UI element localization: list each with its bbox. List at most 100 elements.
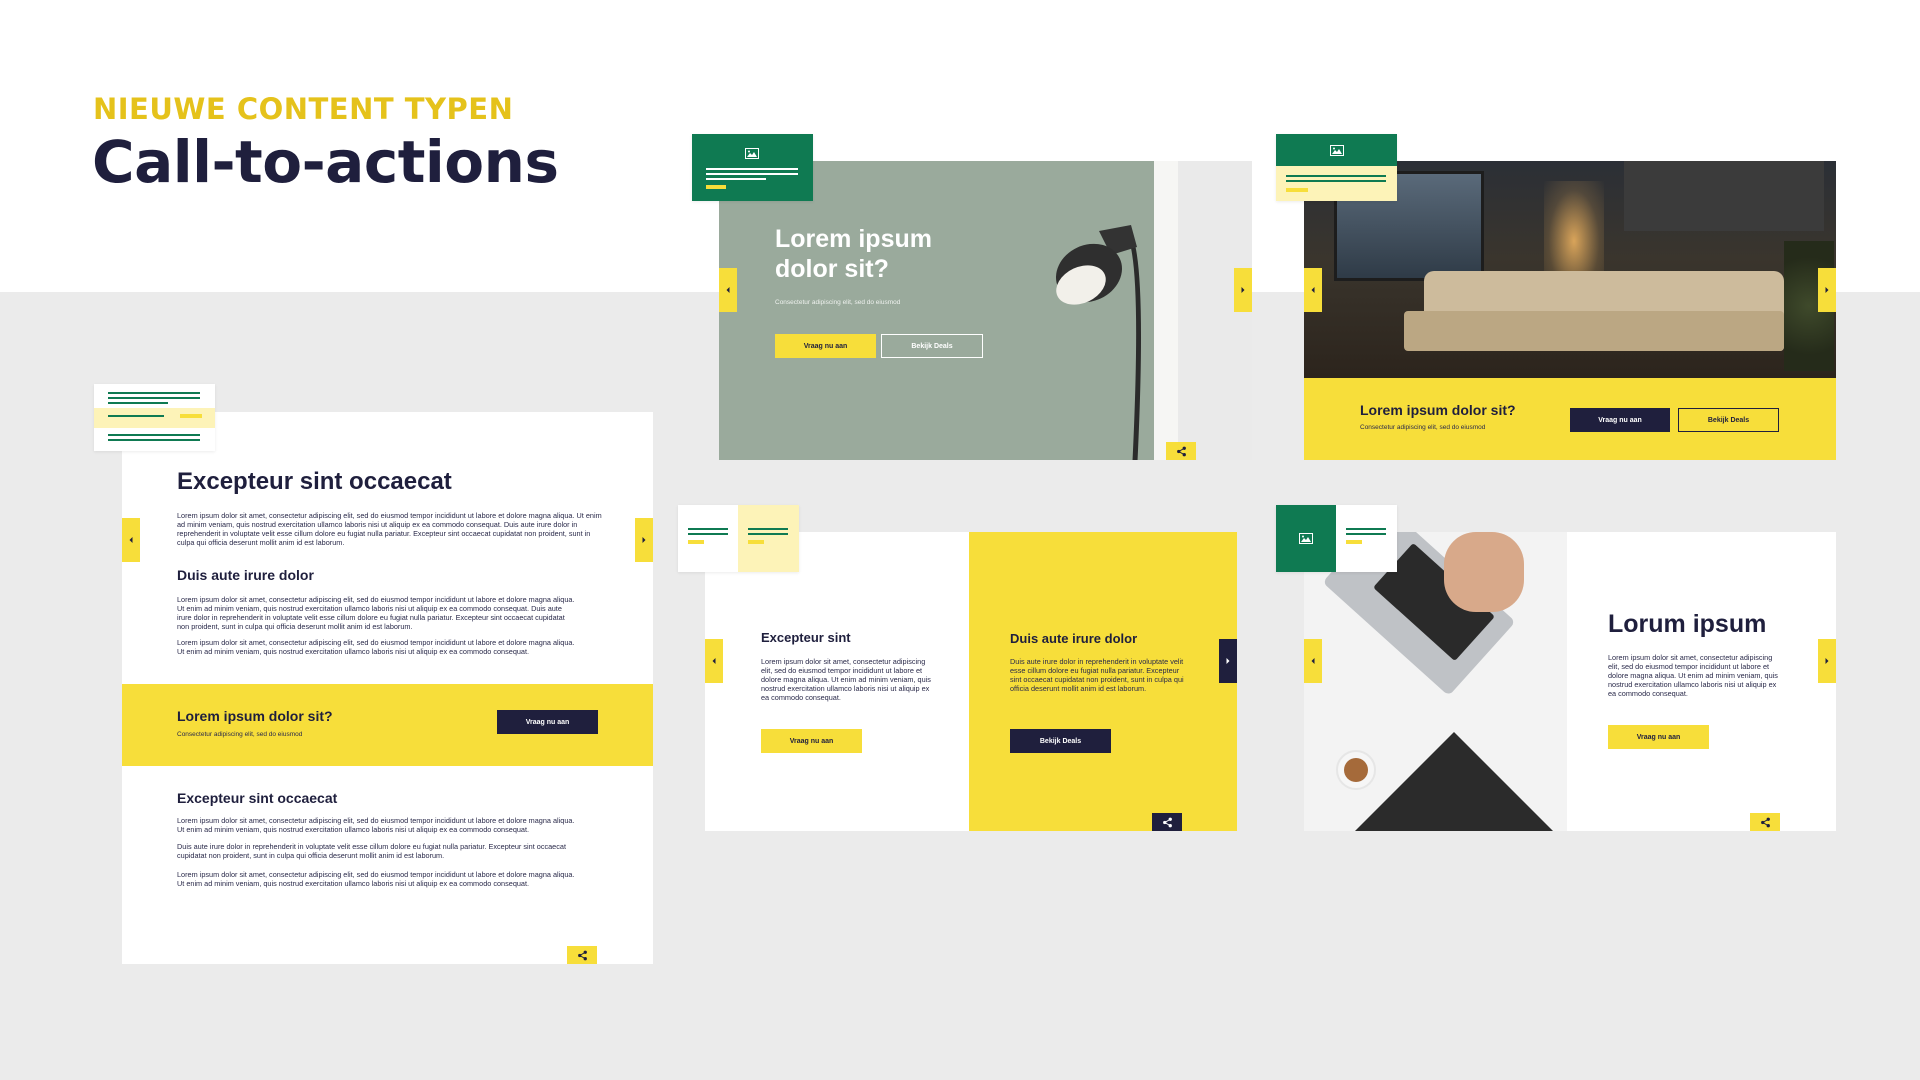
slider-prev-arrow[interactable] [719, 268, 737, 312]
card-split: Excepteur sint Lorem ipsum dolor sit ame… [705, 532, 1237, 831]
floor-lamp-illustration [1055, 225, 1142, 460]
slider-prev-arrow[interactable] [1304, 268, 1322, 312]
thumb-button [706, 185, 726, 189]
thumb-line [748, 533, 788, 535]
card-lamp-hero: Lorem ipsum dolor sit? Consectetur adipi… [719, 161, 1252, 460]
layout-thumbnail [1276, 505, 1397, 572]
card-sofa: Lorem ipsum dolor sit? Consectetur adipi… [1304, 161, 1836, 460]
chevron-right-icon [1825, 658, 1829, 664]
article-paragraph: Duis aute irure dolor in reprehenderit i… [177, 842, 566, 860]
hero-heading-line2: dolor sit? [775, 255, 889, 283]
cta-heading: Lorem ipsum dolor sit? [1360, 402, 1516, 418]
article-paragraph: Lorem ipsum dolor sit amet, consectetur … [177, 511, 602, 547]
cta-heading: Lorem ipsum dolor sit? [177, 708, 333, 724]
vraag-nu-aan-button[interactable]: Vraag nu aan [1570, 408, 1670, 432]
chevron-right-icon [1825, 287, 1829, 293]
thumb-line [706, 178, 766, 180]
section-eyebrow: NIEUWE CONTENT TYPEN [93, 92, 514, 126]
vraag-nu-aan-button[interactable]: Vraag nu aan [761, 729, 862, 753]
thumb-line [1286, 175, 1386, 177]
wall-art [1624, 161, 1824, 231]
chevron-left-icon [129, 537, 133, 543]
bekijk-deals-button[interactable]: Bekijk Deals [1010, 729, 1111, 753]
thumb-line [748, 528, 788, 530]
article-paragraph: Lorem ipsum dolor sit amet, consectetur … [177, 595, 575, 631]
right-heading: Duis aute irure dolor [1010, 631, 1138, 646]
right-text: Duis aute irure dolor in reprehenderit i… [1010, 657, 1184, 693]
image-icon [1330, 145, 1344, 156]
chevron-right-icon [1226, 658, 1230, 664]
thumb-line [108, 397, 200, 399]
hand [1444, 532, 1524, 612]
slider-prev-arrow[interactable] [122, 518, 140, 562]
thumb-button [688, 540, 704, 544]
thumb-line [108, 392, 200, 394]
vraag-nu-aan-button[interactable]: Vraag nu aan [775, 334, 876, 358]
card-laptop: Lorum ipsum Lorem ipsum dolor sit amet, … [1304, 532, 1836, 831]
hero-subtitle: Consectetur adipiscing elit, sed do eius… [775, 299, 901, 306]
thumb-line [108, 415, 164, 417]
thumb-line [688, 528, 728, 530]
hero-heading-line1: Lorem ipsum [775, 225, 932, 253]
coffee-cup [1336, 750, 1376, 790]
thumb-line [1346, 528, 1386, 530]
share-button[interactable] [1750, 813, 1780, 831]
thumb-line [1286, 180, 1386, 182]
slider-prev-arrow[interactable] [705, 639, 723, 683]
thumb-line [108, 434, 200, 436]
thumb-line [688, 533, 728, 535]
article-heading: Excepteur sint occaecat [177, 468, 452, 495]
bekijk-deals-button[interactable]: Bekijk Deals [1678, 408, 1779, 432]
thumb-button [1286, 188, 1308, 192]
bekijk-deals-button[interactable]: Bekijk Deals [881, 334, 983, 358]
thumb-button [180, 414, 202, 418]
chevron-left-icon [1311, 287, 1315, 293]
article-paragraph: Lorem ipsum dolor sit amet, consectetur … [177, 816, 575, 834]
left-text: Lorem ipsum dolor sit amet, consectetur … [761, 657, 931, 702]
desk-shadow [1355, 732, 1553, 831]
thumb-line [108, 439, 200, 441]
chevron-left-icon [1311, 658, 1315, 664]
thumb-cta-block [94, 408, 215, 428]
share-button[interactable] [1152, 813, 1182, 831]
share-button[interactable] [567, 946, 597, 964]
article-paragraph: Lorem ipsum dolor sit amet, consectetur … [177, 638, 575, 656]
thumb-line [706, 168, 798, 170]
page-title: Call-to-actions [92, 128, 559, 196]
left-heading: Excepteur sint [761, 630, 851, 645]
slider-next-arrow[interactable] [1818, 268, 1836, 312]
thumb-line [706, 173, 798, 175]
slider-next-arrow[interactable] [1234, 268, 1252, 312]
share-icon [1176, 446, 1186, 456]
chevron-left-icon [726, 287, 730, 293]
thumb-yellow-half [738, 505, 799, 572]
chevron-right-icon [1241, 287, 1245, 293]
sofa-base [1404, 311, 1784, 351]
laptop-photo [1304, 532, 1567, 831]
cta-subtitle: Consectetur adipiscing elit, sed do eius… [177, 731, 303, 738]
slider-next-arrow[interactable] [1818, 639, 1836, 683]
laptop-text: Lorem ipsum dolor sit amet, consectetur … [1608, 653, 1778, 698]
laptop-heading: Lorum ipsum [1608, 610, 1767, 638]
share-button[interactable] [1166, 442, 1196, 460]
thumb-button [748, 540, 764, 544]
vraag-nu-aan-button[interactable]: Vraag nu aan [497, 710, 598, 734]
chevron-left-icon [712, 658, 716, 664]
slider-prev-arrow[interactable] [1304, 639, 1322, 683]
image-icon [745, 148, 759, 159]
thumb-line [1346, 533, 1386, 535]
slider-next-arrow[interactable] [1219, 639, 1237, 683]
vraag-nu-aan-button[interactable]: Vraag nu aan [1608, 725, 1709, 749]
thumb-button [1346, 540, 1362, 544]
cta-subtitle: Consectetur adipiscing elit, sed do eius… [1360, 424, 1486, 431]
slider-next-arrow[interactable] [635, 518, 653, 562]
thumb-line [108, 402, 168, 404]
article-heading-2: Excepteur sint occaecat [177, 790, 338, 806]
layout-thumbnail [678, 505, 799, 572]
article-subheading: Duis aute irure dolor [177, 567, 314, 583]
chevron-right-icon [642, 537, 646, 543]
card-article: Excepteur sint occaecat Lorem ipsum dolo… [122, 412, 653, 964]
article-paragraph: Lorem ipsum dolor sit amet, consectetur … [177, 870, 575, 888]
share-icon [1162, 817, 1172, 827]
coffee [1344, 758, 1368, 782]
